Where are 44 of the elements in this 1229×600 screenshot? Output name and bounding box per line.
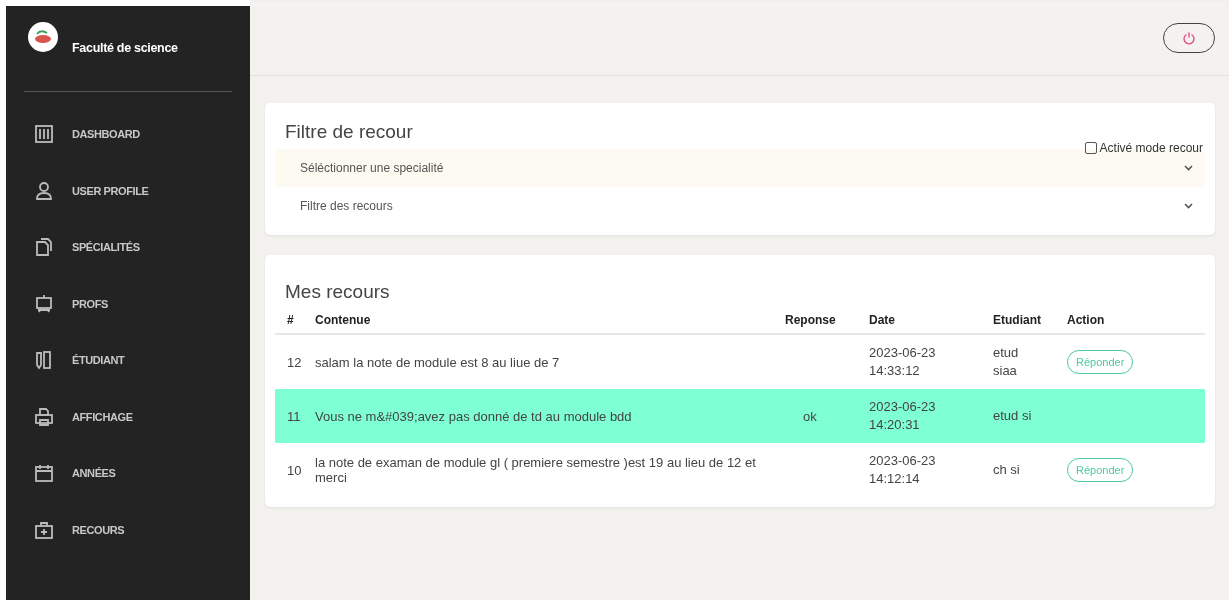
ruler-pencil-icon xyxy=(34,350,54,371)
table-cell: ch si xyxy=(993,461,1020,479)
card-title: Filtre de recour xyxy=(285,121,413,143)
nav-item[interactable]: ANNÉES xyxy=(24,445,232,502)
user-icon xyxy=(34,180,54,201)
table-cell: 11 xyxy=(287,408,301,424)
select-field[interactable]: Filtre des recours xyxy=(275,187,1205,225)
table-cell: 2023-06-23 14:20:31 xyxy=(869,398,936,434)
table-cell: 10 xyxy=(287,462,302,478)
table-cell: salam la note de module est 8 au liue de 7 xyxy=(315,354,560,370)
card-title: Mes recours xyxy=(284,281,391,303)
table-cell: 2023-06-23 14:33:12 xyxy=(869,344,936,380)
printer-icon xyxy=(34,406,54,427)
table-cell: Vous ne m&#039;avez pas donné de td au module bdd xyxy=(315,408,632,424)
table-cell: etud siaa xyxy=(993,344,1019,380)
column-header: # xyxy=(275,309,315,334)
nav-item[interactable]: USER PROFILE xyxy=(24,162,232,219)
table-cell: 2023-06-23 14:12:14 xyxy=(869,452,936,488)
files-icon xyxy=(34,237,54,258)
chevron-down-icon xyxy=(1184,203,1193,209)
power-icon xyxy=(1182,31,1196,45)
column-header: Date xyxy=(869,309,993,334)
column-header: Reponse xyxy=(785,309,869,334)
brand-name: Faculté de science xyxy=(72,40,178,55)
medical-kit-icon xyxy=(34,519,54,540)
chevron-down-icon xyxy=(1184,165,1193,171)
nav-item[interactable]: DASHBOARD xyxy=(24,106,232,163)
nav-item[interactable]: ÉTUDIANT xyxy=(24,332,232,389)
table-cell: ok xyxy=(803,408,817,424)
nav-item[interactable]: RECOURS xyxy=(24,501,232,558)
table-cell: la note de examan de module gl ( premiere semestre )est 19 au lieu de 12 et merci xyxy=(315,455,756,485)
power-button[interactable] xyxy=(1163,23,1215,53)
column-header: Contenue xyxy=(315,309,785,334)
nav-item[interactable]: PROFS xyxy=(24,275,232,332)
column-header: Etudiant xyxy=(993,309,1067,334)
sliders-icon xyxy=(34,124,54,145)
calendar-icon xyxy=(34,463,54,484)
logo-icon xyxy=(28,21,58,52)
table-cell: etud si xyxy=(993,407,1032,425)
nav-item[interactable]: SPÉCIALITÉS xyxy=(24,219,232,276)
easel-icon xyxy=(34,293,54,314)
nav-item[interactable]: AFFICHAGE xyxy=(24,388,232,445)
table-cell: 12 xyxy=(287,354,302,370)
column-header: Action xyxy=(1067,309,1205,334)
